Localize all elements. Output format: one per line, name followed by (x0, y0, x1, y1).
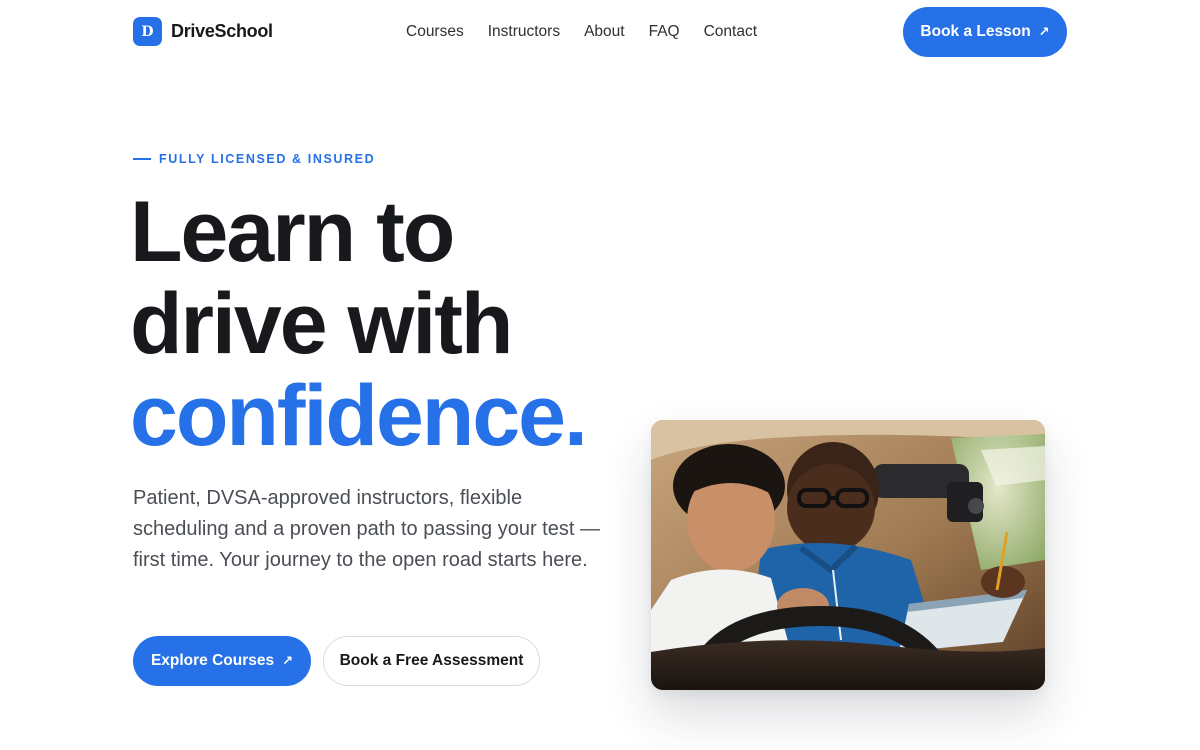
page: D DriveSchool Courses Instructors About … (0, 0, 1200, 750)
hero-cta-group: Explore Courses ↗ Book a Free Assessment (133, 636, 540, 686)
brand-logo-link[interactable]: D DriveSchool (133, 17, 273, 46)
nav-link-faq[interactable]: FAQ (649, 21, 680, 43)
arrow-up-right-icon: ↗ (282, 653, 294, 668)
headline-line-2: drive with (130, 276, 513, 372)
explore-courses-label: Explore Courses (150, 652, 275, 669)
hero-lead-text: Patient, DVSA-approved instructors, flex… (133, 487, 600, 571)
headline-accent: confidence. (130, 368, 588, 464)
eyebrow-line (133, 158, 151, 160)
explore-courses-button[interactable]: Explore Courses ↗ (133, 636, 311, 686)
book-lesson-label: Book a Lesson (920, 23, 1031, 40)
main-nav: Courses Instructors About FAQ Contact (406, 21, 757, 43)
nav-link-courses[interactable]: Courses (406, 21, 464, 43)
nav-link-about[interactable]: About (584, 21, 625, 43)
hero-photo (651, 420, 1045, 690)
book-lesson-button[interactable]: Book a Lesson ↗ (903, 7, 1067, 57)
nav-link-instructors[interactable]: Instructors (488, 21, 560, 43)
eyebrow: FULLY LICENSED & INSURED (133, 152, 375, 166)
arrow-up-right-icon: ↗ (1038, 24, 1050, 39)
logo-icon: D (133, 17, 162, 46)
nav-link-contact[interactable]: Contact (704, 21, 757, 43)
eyebrow-text: FULLY LICENSED & INSURED (159, 152, 376, 166)
free-assessment-button[interactable]: Book a Free Assessment (323, 636, 540, 686)
hero-headline: Learn to drive with confidence. (130, 184, 588, 464)
headline-line-1: Learn to (130, 184, 455, 280)
driving-lesson-image (651, 420, 1045, 690)
brand-name: DriveSchool (171, 21, 273, 41)
free-assessment-label: Book a Free Assessment (339, 652, 524, 669)
